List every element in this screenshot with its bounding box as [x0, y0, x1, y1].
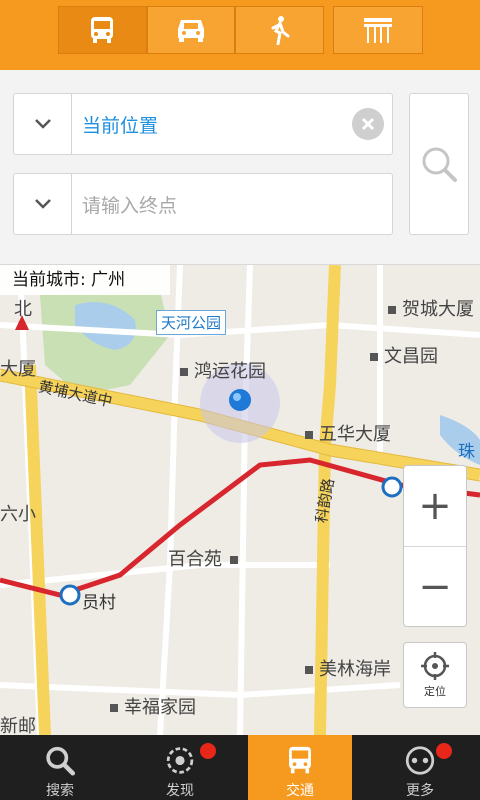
crosshair-icon [421, 652, 449, 680]
place-dasha: 大厦 [0, 359, 36, 380]
more-badge [436, 743, 452, 759]
more-icon [405, 746, 435, 775]
end-input[interactable]: 请输入终点 [72, 191, 392, 218]
walk-icon [271, 16, 290, 45]
nav-traffic-label: 交通 [286, 783, 314, 799]
zoom-control: + − [403, 465, 467, 627]
zoom-in-button[interactable]: + [404, 466, 466, 546]
bus-icon [289, 746, 311, 774]
nav-more-label: 更多 [406, 783, 434, 799]
route-panel: 当前位置 请输入终点 [0, 70, 480, 265]
current-city: 当前城市: 广州 [0, 265, 170, 295]
place-wuhua: 五华大厦 [305, 420, 391, 446]
search-button[interactable] [409, 93, 469, 235]
search-icon [422, 147, 457, 182]
place-hecheng: 贺城大厦 [388, 295, 474, 321]
station-zhu: 珠 [458, 442, 475, 462]
map-view[interactable]: 当前城市: 广州 天河公园 鸿运花园 五华大厦 贺城大厦 文昌园 百合苑 美林海… [0, 265, 480, 735]
place-wenchang: 文昌园 [370, 342, 438, 368]
chevron-down-icon [34, 119, 51, 129]
nav-discover-label: 发现 [166, 783, 194, 799]
tab-car[interactable] [146, 6, 236, 54]
nav-more[interactable]: 更多 [360, 735, 480, 800]
chevron-down-icon [34, 199, 51, 209]
car-icon [178, 20, 204, 42]
station-yuancun: 员村 [82, 593, 116, 613]
mode-tabs [58, 6, 325, 54]
park-label: 天河公园 [156, 310, 227, 335]
place-baihe: 百合苑 [168, 545, 244, 571]
nav-search[interactable]: 搜索 [0, 735, 120, 800]
nav-search-label: 搜索 [46, 783, 74, 799]
end-field: 请输入终点 [13, 173, 393, 235]
tab-station[interactable] [333, 6, 423, 54]
place-xingfu: 幸福家园 [110, 693, 196, 719]
discover-icon [166, 747, 194, 774]
tab-walk[interactable] [235, 6, 325, 54]
nav-traffic[interactable]: 交通 [248, 735, 352, 800]
clear-icon[interactable] [352, 108, 384, 140]
locate-button[interactable]: 定位 [403, 642, 467, 708]
place-xinyou: 新邮 [0, 716, 36, 735]
tab-bus[interactable] [58, 6, 147, 54]
transport-mode-bar [0, 0, 480, 70]
zoom-out-button[interactable]: − [404, 546, 466, 626]
bus-stop-icon [364, 18, 392, 43]
locate-label: 定位 [424, 685, 446, 698]
start-input[interactable]: 当前位置 [72, 111, 352, 138]
place-bei: 北 [14, 299, 32, 320]
bus-icon [91, 17, 114, 43]
place-hongyun: 鸿运花园 [180, 357, 266, 383]
bottom-nav: 搜索 发现 交通 更多 [0, 735, 480, 800]
search-icon [46, 746, 76, 776]
discover-badge [200, 743, 216, 759]
place-liuxiao: 六小 [0, 504, 36, 525]
end-dropdown[interactable] [14, 174, 72, 234]
start-field: 当前位置 [13, 93, 393, 155]
start-dropdown[interactable] [14, 94, 72, 154]
place-meilin: 美林海岸 [305, 655, 391, 681]
nav-discover[interactable]: 发现 [120, 735, 240, 800]
